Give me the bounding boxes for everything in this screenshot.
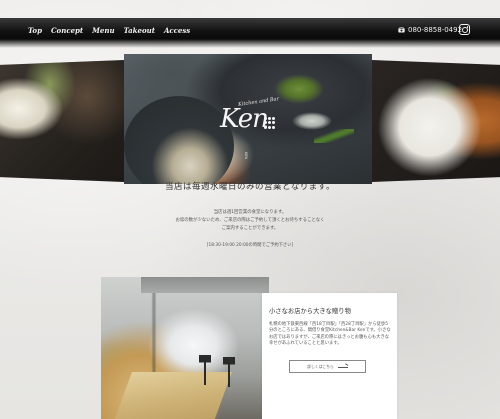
nav-link-concept[interactable]: Concept: [51, 26, 83, 35]
ken-logo: Kitchen and Bar Ken: [220, 96, 296, 144]
feature-title: 小さなお店から大きな贈り物: [269, 308, 351, 315]
nav-links: Top Concept Menu Takeout Access: [28, 26, 190, 35]
photo-detail: [141, 277, 269, 293]
feature-text: 札幌の地下鉄東西線「西18丁目駅」「西28丁目駅」から徒歩5分のところにある、間…: [269, 322, 391, 347]
notice-line: ご案内することができます。: [221, 226, 279, 231]
hero-food-detail: [292, 112, 332, 130]
notice-line: 当店は週1回営業の食堂になります。: [213, 210, 287, 215]
notice-line: お席の数が少ないため、ご来店の際はご予約して頂くとお待ちすることなく: [175, 218, 325, 223]
hero-plate: [124, 96, 234, 184]
top-nav: Top Concept Menu Takeout Access 080-8858…: [0, 18, 500, 48]
details-button-label: 詳しくはこちら: [307, 363, 334, 369]
photo-detail: [223, 357, 235, 387]
hero-image-right: [372, 60, 500, 182]
logo-dots-icon: [264, 117, 276, 129]
notice-body: 当店は週1回営業の食堂になります。 お席の数が少ないため、ご来店の際はご予約して…: [0, 209, 500, 233]
logo-small-text: KEN: [244, 152, 248, 160]
notice-title: 当店は毎週水曜日のみの営業となります。: [165, 182, 335, 192]
phone-icon: [398, 27, 405, 33]
hero-image-main: Kitchen and Bar Ken KEN: [124, 54, 372, 184]
nav-link-top[interactable]: Top: [28, 26, 42, 35]
feature-card: 小さなお店から大きな贈り物 札幌の地下鉄東西線「西18丁目駅」「西28丁目駅」か…: [262, 293, 397, 419]
hero-food-detail: [314, 129, 354, 143]
nav-link-access[interactable]: Access: [164, 26, 190, 35]
arrow-right-icon: [337, 365, 348, 369]
nav-link-takeout[interactable]: Takeout: [124, 26, 155, 35]
photo-detail: [110, 372, 232, 419]
phone-contact[interactable]: 080-8858-0492: [398, 26, 462, 34]
instagram-icon[interactable]: [459, 24, 470, 35]
logo-wordmark: Ken: [220, 104, 269, 134]
details-button[interactable]: 詳しくはこちら: [289, 360, 366, 373]
phone-number: 080-8858-0492: [408, 26, 463, 34]
restaurant-interior-photo: [101, 277, 269, 419]
photo-detail: [199, 355, 211, 385]
nav-link-menu[interactable]: Menu: [92, 26, 114, 35]
notice-hours: [18:30-19:00 20:00の時間でご予約下さい]: [206, 243, 294, 248]
hero-image-left: [0, 60, 124, 182]
